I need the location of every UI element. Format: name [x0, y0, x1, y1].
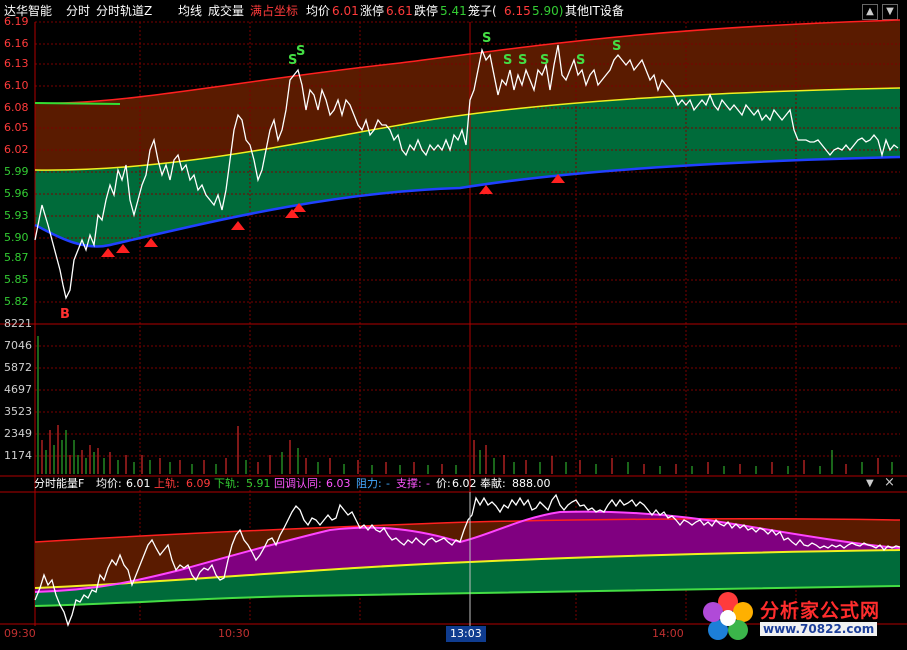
price-tick: 5.93 — [4, 209, 29, 222]
sell-signal: S — [503, 53, 512, 68]
price-tick: 6.16 — [4, 37, 29, 50]
price-tick: 5.82 — [4, 295, 29, 308]
pullback-label: 回调认同: — [274, 477, 322, 490]
sub-avg-value: 6.01 — [126, 477, 151, 490]
price-tick: 5.99 — [4, 165, 29, 178]
up-arrow-icon — [479, 185, 493, 194]
sell-signal: S — [482, 31, 491, 46]
volume-tick: 7046 — [4, 339, 32, 352]
watermark: 分析家公式网 www.70822.com — [700, 590, 900, 646]
volume-tick: 2349 — [4, 427, 32, 440]
price-value: 6.02 — [452, 477, 477, 490]
support-value: - — [426, 477, 430, 490]
volume-tick: 1174 — [4, 449, 32, 462]
lower-value: 5.91 — [246, 477, 271, 490]
price-tick: 5.90 — [4, 231, 29, 244]
price-tick: 6.19 — [4, 15, 29, 28]
price-tick: 6.02 — [4, 143, 29, 156]
price-label: 价: — [436, 477, 451, 490]
sub-avg-label: 均价: — [96, 477, 122, 490]
sell-signal: S — [296, 44, 305, 59]
indicator-name[interactable]: 分时能量F — [34, 476, 84, 492]
volume-tick: 5872 — [4, 361, 32, 374]
terminal-window: 达华智能 分时 分时轨道Z 均线 成交量 满占坐标 均价 6.01 涨停 6.6… — [0, 0, 907, 650]
lower-label: 下轨: — [214, 477, 240, 490]
watermark-name: 分析家公式网 — [760, 600, 881, 622]
support-label: 支撑: — [396, 477, 422, 490]
volume-tick: 8221 — [4, 317, 32, 330]
time-label-start: 09:30 — [4, 627, 36, 640]
sell-signal: S — [576, 53, 585, 68]
upper-label: 上轨: — [154, 477, 180, 490]
time-cursor-label[interactable]: 13:03 — [446, 626, 486, 642]
price-tick: 5.85 — [4, 273, 29, 286]
indicator-header: 分时能量F 均价: 6.01 上轨: 6.09 下轨: 5.91 回调认同: 6… — [0, 476, 907, 492]
volume-tick: 4697 — [4, 383, 32, 396]
time-label-1030: 10:30 — [218, 627, 250, 640]
price-tick: 6.08 — [4, 101, 29, 114]
watermark-url: www.70822.com — [760, 622, 878, 636]
price-tick: 6.10 — [4, 79, 29, 92]
dropdown-icon[interactable]: ▼ — [866, 478, 874, 490]
contrib-value: 888.00 — [512, 477, 551, 490]
volume-bars — [37, 336, 893, 474]
volume-tick: 3523 — [4, 405, 32, 418]
close-icon[interactable]: × — [884, 476, 895, 490]
price-tick: 6.05 — [4, 121, 29, 134]
time-label-1400: 14:00 — [652, 627, 684, 640]
upper-value: 6.09 — [186, 477, 211, 490]
resist-label: 阻力: — [356, 477, 382, 490]
contrib-label: 奉献: — [480, 477, 506, 490]
up-arrow-icon — [101, 248, 115, 257]
price-tick: 5.96 — [4, 187, 29, 200]
resist-value: - — [386, 477, 390, 490]
chart-canvas: S S S S S S S S B — [0, 19, 907, 627]
sell-signal: S — [540, 53, 549, 68]
price-tick: 5.87 — [4, 251, 29, 264]
flower-logo-icon — [703, 592, 753, 640]
up-arrow-icon — [231, 221, 245, 230]
up-arrow-icon — [144, 238, 158, 247]
top-green-line — [34, 102, 121, 105]
price-tick: 6.13 — [4, 57, 29, 70]
sell-signal: S — [612, 39, 621, 54]
buy-signal: B — [60, 307, 70, 322]
sell-signal: S — [518, 53, 527, 68]
pullback-value: 6.03 — [326, 477, 351, 490]
up-arrow-icon — [116, 244, 130, 253]
